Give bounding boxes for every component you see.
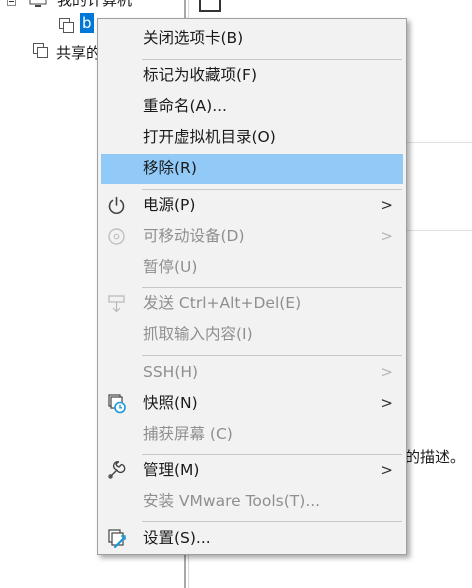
tree-collapse-toggle[interactable] [7, 0, 16, 6]
menu-item-ssh[interactable]: SSH(H) > [101, 358, 403, 387]
chevron-right-icon: > [380, 461, 393, 479]
menu-item-label: 标记为收藏项(F) [143, 66, 258, 84]
menu-item-label: 暂停(U) [143, 258, 198, 276]
menu-item-label: 可移动设备(D) [143, 227, 245, 245]
computer-icon [29, 0, 47, 8]
menu-separator [142, 189, 402, 190]
menu-separator [142, 59, 402, 60]
tree-item-label: b [82, 14, 92, 32]
menu-item-send-ctrl-alt-del[interactable]: 发送 Ctrl+Alt+Del(E) [101, 289, 403, 318]
menu-separator [142, 521, 402, 522]
menu-item-removable-devices[interactable]: 可移动设备(D) > [101, 222, 403, 251]
menu-item-label: 管理(M) [143, 461, 200, 479]
menu-item-mark-favorite[interactable]: 标记为收藏项(F) [101, 61, 403, 90]
menu-item-open-vm-directory[interactable]: 打开虚拟机目录(O) [101, 123, 403, 152]
menu-item-label: 抓取输入内容(I) [143, 325, 253, 343]
tree-item-label: 我的计算机 [57, 0, 133, 9]
panel-rule [404, 230, 472, 231]
menu-item-label: 设置(S)... [143, 529, 211, 547]
menu-item-grab-input[interactable]: 抓取输入内容(I) [101, 320, 403, 349]
vm-thumbnail [199, 0, 221, 12]
menu-item-close-tab[interactable]: 关闭选项卡(B) [101, 24, 403, 53]
chevron-right-icon: > [380, 196, 393, 214]
chevron-right-icon: > [380, 394, 393, 412]
menu-item-label: 移除(R) [143, 159, 197, 177]
menu-item-manage[interactable]: 管理(M) > [101, 456, 403, 485]
vm-description-text: 的描述。 [405, 448, 466, 466]
menu-item-label: 打开虚拟机目录(O) [143, 128, 276, 146]
menu-item-remove[interactable]: 移除(R) [101, 154, 403, 184]
menu-item-rename[interactable]: 重命名(A)... [101, 92, 403, 121]
menu-item-label: 捕获屏幕 (C) [143, 425, 233, 443]
menu-item-install-vmware-tools[interactable]: 安装 VMware Tools(T)... [101, 487, 403, 516]
snapshot-icon [106, 393, 127, 414]
chevron-right-icon: > [380, 363, 393, 381]
context-menu: 关闭选项卡(B) 标记为收藏项(F) 重命名(A)... 打开虚拟机目录(O) … [97, 18, 407, 555]
tree-item-selected-vm[interactable]: b [80, 13, 94, 33]
send-keys-icon [106, 293, 127, 314]
wrench-icon [106, 460, 127, 481]
menu-item-snapshot[interactable]: 快照(N) > [101, 389, 403, 418]
shared-vms-icon [33, 43, 48, 58]
chevron-right-icon: > [380, 227, 393, 245]
menu-item-pause[interactable]: 暂停(U) [101, 253, 403, 282]
settings-icon [106, 528, 127, 549]
panel-rule [404, 142, 472, 143]
tree-item-shared[interactable]: 共享的 [56, 42, 101, 64]
disc-icon [106, 226, 127, 247]
menu-item-power[interactable]: 电源(P) > [101, 191, 403, 220]
menu-separator [142, 287, 402, 288]
menu-separator [142, 355, 402, 356]
tree-item-label: 共享的 [56, 44, 102, 62]
menu-item-label: 关闭选项卡(B) [143, 29, 244, 47]
power-icon [106, 195, 127, 216]
menu-item-label: 电源(P) [143, 196, 196, 214]
menu-item-settings[interactable]: 设置(S)... [101, 524, 403, 553]
tree-item-my-computer[interactable]: 我的计算机 [57, 0, 132, 9]
menu-item-label: 发送 Ctrl+Alt+Del(E) [143, 294, 302, 312]
menu-separator [142, 454, 402, 455]
menu-item-label: 安装 VMware Tools(T)... [143, 492, 321, 510]
vm-icon [59, 18, 74, 33]
menu-item-label: SSH(H) [143, 363, 199, 381]
menu-item-capture-screen[interactable]: 捕获屏幕 (C) [101, 420, 403, 449]
menu-item-label: 快照(N) [143, 394, 198, 412]
menu-item-label: 重命名(A)... [143, 97, 227, 115]
